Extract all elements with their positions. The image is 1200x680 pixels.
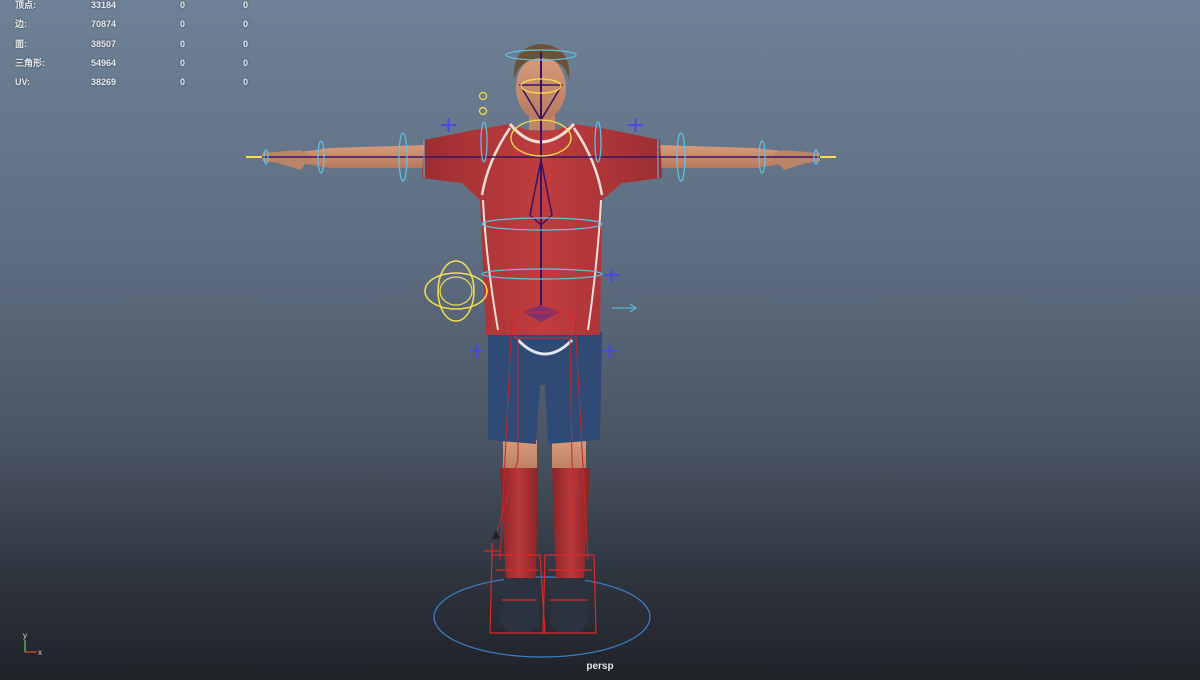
right-shoe	[550, 578, 588, 632]
left-hip-pole-control[interactable]	[469, 344, 484, 358]
left-shoulder-pole-control[interactable]	[441, 118, 456, 132]
right-hand	[772, 150, 820, 170]
right-shoulder-pole-control[interactable]	[628, 118, 643, 132]
left-shoe	[500, 578, 540, 632]
right-hip-pole-control[interactable]	[602, 344, 617, 358]
axis-x-label: x	[38, 648, 42, 657]
spine-pole-control[interactable]	[604, 268, 619, 282]
view-axis-gizmo: y x	[23, 631, 42, 657]
eye-target-control-2[interactable]	[478, 106, 488, 116]
eye-target-control[interactable]	[478, 91, 488, 101]
camera-name-label: persp	[586, 661, 614, 672]
shorts	[488, 332, 602, 444]
cog-control[interactable]	[424, 260, 488, 322]
left-hand	[262, 150, 312, 170]
perspective-viewport[interactable]	[0, 0, 1200, 680]
axis-y-label: y	[23, 631, 27, 640]
left-sock	[500, 468, 538, 580]
